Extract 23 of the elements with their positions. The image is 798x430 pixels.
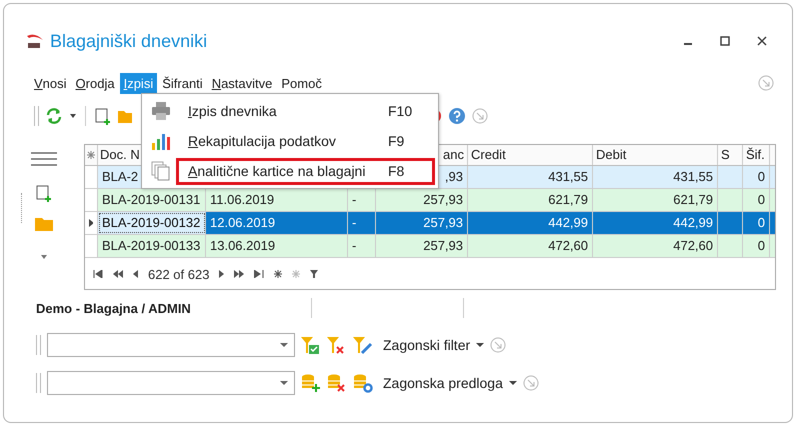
status-label: Demo - Blagajna / ADMIN	[36, 300, 192, 316]
table-cell: 12.06.2019	[206, 212, 348, 234]
table-cell: -	[348, 212, 376, 234]
table-cell: 0	[743, 235, 770, 257]
table-cell: BLA-2019-00132	[98, 212, 206, 234]
table-cell: 0	[743, 166, 770, 188]
table-cell: 13.06.2019	[206, 235, 348, 257]
table-cell: 621,79	[593, 189, 718, 211]
table-cell: 431,55	[468, 166, 593, 188]
table-cell: 431,55	[593, 166, 718, 188]
record-counter: 622 of 623	[148, 266, 210, 282]
table-cell: -	[348, 235, 376, 257]
table-cell: 257,93	[376, 212, 468, 234]
table-cell: 0	[743, 189, 770, 211]
window-title: Blagajniški dnevniki	[50, 30, 208, 52]
table-cell: 472,60	[468, 235, 593, 257]
table-cell: 0	[743, 212, 770, 234]
table-cell: 442,99	[468, 212, 593, 234]
table-cell: 442,99	[593, 212, 718, 234]
table-cell: 472,60	[593, 235, 718, 257]
table-cell: 621,79	[468, 189, 593, 211]
table-cell: 257,93	[376, 235, 468, 257]
table-cell: BLA-2019-00133	[98, 235, 206, 257]
